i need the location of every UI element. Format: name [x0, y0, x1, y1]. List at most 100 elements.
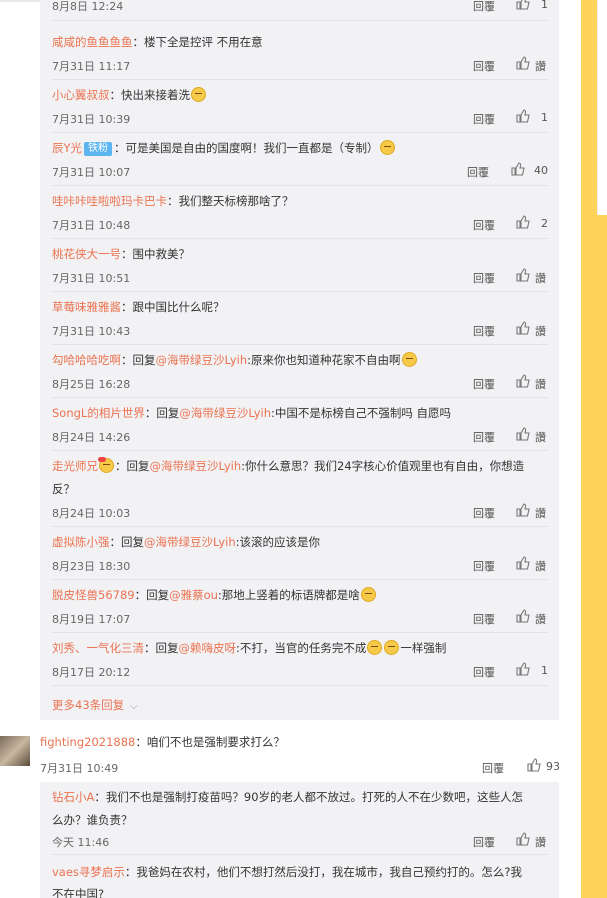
reply-item: 草莓味雅雅酱：跟中国比什么呢？ 7月31日 10:43 回覆 讚 — [52, 296, 548, 345]
reply-button[interactable]: 回覆 — [482, 760, 504, 776]
emoji-icon — [401, 352, 417, 367]
reply-prefix: 回复 — [156, 406, 180, 420]
reply-text-cont: 不在中国? — [52, 887, 105, 898]
emoji-icon — [379, 140, 395, 155]
like-icon[interactable] — [515, 661, 531, 677]
like-icon[interactable] — [515, 214, 531, 230]
reply-item: SongL的相片世界：回复@海带绿豆沙Lyih:中国不是标榜自己不强制吗 自愿吗… — [52, 402, 548, 451]
reply-username[interactable]: 辰Y光 — [52, 141, 82, 155]
reply-button[interactable]: 回覆 — [473, 429, 495, 445]
reply-button[interactable]: 回覆 — [473, 664, 495, 680]
reply-username[interactable]: 哇咔咔哇啦啦玛卡巴卡 — [52, 194, 167, 208]
reply-button[interactable]: 回覆 — [473, 0, 495, 14]
like-icon[interactable] — [515, 831, 531, 847]
reply-text: 围中救美？ — [132, 247, 191, 261]
reply-button[interactable]: 回覆 — [473, 58, 495, 74]
reply-button[interactable]: 回覆 — [473, 834, 495, 850]
like-count: 1 — [541, 111, 548, 124]
emoji-icon — [384, 640, 400, 655]
like-icon[interactable] — [515, 55, 531, 71]
like-count: 讚 — [535, 378, 546, 391]
reply-text: :原来你也知道种花家不自由啊 — [247, 353, 401, 367]
comment-username[interactable]: fighting2021888 — [40, 735, 135, 749]
reply-button[interactable]: 回覆 — [473, 505, 495, 521]
comment-time: 7月31日 10:49 — [40, 762, 119, 775]
reply-text: 楼下全是控评 不用在意 — [144, 35, 263, 49]
reply-username[interactable]: 虚拟陈小强 — [52, 535, 110, 549]
like-icon[interactable] — [526, 757, 542, 773]
emoji-icon — [367, 640, 383, 655]
reply-username[interactable]: 小心翼叔叔 — [52, 88, 110, 102]
reply-text: 我们整天标榜那啥了？ — [178, 194, 294, 208]
reply-username[interactable]: 刘秀、一气化三清 — [52, 641, 144, 655]
mention-link[interactable]: @赖嗨皮呀 — [179, 641, 237, 655]
reply-item: vaes寻梦启示：我爸妈在农村，他们不想打然后没打，我在城市，我自己预约打的。怎… — [52, 861, 548, 898]
reply-button[interactable]: 回覆 — [473, 111, 495, 127]
reply-prefix: 回复 — [146, 588, 170, 602]
reply-button[interactable]: 回覆 — [473, 376, 495, 392]
reply-username[interactable]: 咸咸的鱼鱼鱼鱼 — [52, 35, 133, 49]
avatar[interactable] — [0, 736, 30, 766]
main-comment: fighting2021888：咱们不也是强制要求打么？ — [40, 735, 285, 749]
reply-button[interactable]: 回覆 — [467, 164, 489, 180]
like-icon[interactable] — [515, 555, 531, 571]
reply-item: 辰Y光 铁粉 ：可是美国是自由的国度啊！我们一直都是（专制） 7月31日 10:07… — [52, 137, 548, 186]
reply-item: 勾哈哈哈吃啊：回复@海带绿豆沙Lyih:原来你也知道种花家不自由啊 8月25日 … — [52, 349, 548, 398]
reply-text: :中国不是标榜自己不强制吗 自愿吗 — [270, 406, 452, 420]
reply-button[interactable]: 回覆 — [473, 270, 495, 286]
reply-text: 我们不也是强制打疫苗吗？90岁的老人都不放过。打死的人不在少数吧，这些人怎 — [105, 790, 524, 804]
like-icon[interactable] — [515, 320, 531, 336]
reply-text-after: 一样强制 — [400, 641, 447, 655]
reply-username[interactable]: 草莓味雅雅酱 — [52, 300, 121, 314]
reply-button[interactable]: 回覆 — [473, 558, 495, 574]
reply-text-cont: 反？ — [52, 482, 75, 496]
reply-time: 7月31日 11:17 — [52, 60, 131, 73]
reply-text: :你什么意思？我们24字核心价值观里也有自由，你想造 — [241, 459, 525, 473]
mention-link[interactable]: @海带绿豆沙Lyih — [144, 535, 236, 549]
comment-text: 咱们不也是强制要求打么？ — [146, 735, 285, 749]
reply-username[interactable]: vaes寻梦启示 — [52, 865, 125, 879]
mention-link[interactable]: @雅蔡ou — [169, 588, 218, 602]
reply-username[interactable]: 钻石小A — [52, 790, 94, 804]
reply-item: 钻石小A：我们不也是强制打疫苗吗？90岁的老人都不放过。打死的人不在少数吧，这些… — [52, 786, 548, 855]
mention-link[interactable]: @海带绿豆沙Lyih — [150, 459, 242, 473]
like-icon[interactable] — [515, 608, 531, 624]
like-icon[interactable] — [515, 0, 531, 11]
reply-username[interactable]: 勾哈哈哈吃啊 — [52, 353, 121, 367]
like-icon[interactable] — [510, 161, 526, 177]
emoji-icon — [360, 587, 376, 602]
like-count: 讚 — [535, 272, 546, 285]
reply-username[interactable]: SongL的相片世界 — [52, 406, 145, 420]
mention-link[interactable]: @海带绿豆沙Lyih — [156, 353, 248, 367]
reply-time: 8月8日 12:24 — [52, 0, 124, 13]
reply-prefix: 回复 — [132, 353, 156, 367]
reply-prefix: 回复 — [155, 641, 179, 655]
reply-button[interactable]: 回覆 — [473, 611, 495, 627]
reply-button[interactable]: 回覆 — [473, 323, 495, 339]
reply-time: 7月31日 10:39 — [52, 113, 131, 126]
reply-time: 7月31日 10:48 — [52, 219, 131, 232]
like-count: 讚 — [535, 507, 546, 520]
reply-button[interactable]: 回覆 — [473, 217, 495, 233]
reply-time: 8月19日 17:07 — [52, 613, 131, 626]
reply-time: 7月31日 10:43 — [52, 325, 131, 338]
reply-text: :该滚的应该是你 — [235, 535, 321, 549]
like-count: 1 — [541, 664, 548, 677]
like-icon[interactable] — [515, 267, 531, 283]
more-replies-link[interactable]: 更多43条回复 ⌵ — [52, 697, 138, 713]
reply-time: 8月24日 14:26 — [52, 431, 131, 444]
reply-text: :不打，当官的任务完不成 — [236, 641, 367, 655]
like-icon[interactable] — [515, 426, 531, 442]
like-count: 讚 — [535, 325, 546, 338]
like-icon[interactable] — [515, 373, 531, 389]
reply-username[interactable]: 桃花侠大一号 — [52, 247, 121, 261]
reply-text-cont: 么办？谁负责？ — [52, 813, 133, 827]
reply-time: 8月23日 18:30 — [52, 560, 131, 573]
reply-time: 8月17日 20:12 — [52, 666, 131, 679]
reply-username[interactable]: 走光师兄 — [52, 459, 98, 473]
like-icon[interactable] — [515, 108, 531, 124]
reply-username[interactable]: 脱皮怪兽56789 — [52, 588, 135, 602]
reply-text: 可是美国是自由的国度啊！我们一直都是（专制） — [125, 141, 379, 155]
mention-link[interactable]: @海带绿豆沙Lyih — [179, 406, 271, 420]
like-icon[interactable] — [515, 502, 531, 518]
